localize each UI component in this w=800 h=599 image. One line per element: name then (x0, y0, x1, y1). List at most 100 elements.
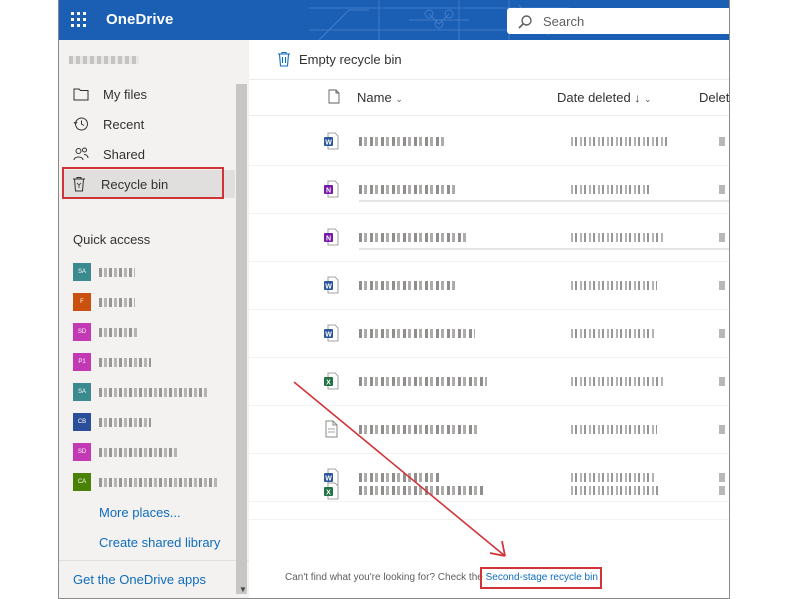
empty-recycle-bin-label: Empty recycle bin (299, 51, 402, 67)
word-file-icon: W (324, 132, 339, 150)
svg-text:W: W (325, 139, 332, 146)
site-name-blurred (99, 477, 219, 487)
table-row[interactable]: N (249, 166, 729, 214)
file-name-blurred (359, 185, 457, 194)
excel-file-icon: X (324, 372, 339, 390)
sidebar: My files Recent Shared Recycle bin Quick… (59, 40, 249, 598)
deleted-by-blurred (719, 137, 725, 146)
app-launcher-icon[interactable] (71, 12, 87, 28)
quick-access-item[interactable]: F (73, 292, 135, 312)
site-badge: CA (73, 473, 91, 491)
deleted-by-blurred (719, 329, 725, 338)
create-shared-library-link[interactable]: Create shared library (99, 535, 220, 550)
table-row[interactable]: W (249, 310, 729, 358)
folder-icon (73, 88, 89, 101)
table-row[interactable]: N (249, 214, 729, 262)
excel-file-icon: X (324, 482, 339, 500)
top-bar: OneDrive Search (59, 0, 729, 40)
table-row[interactable] (249, 406, 729, 454)
deleted-by-blurred (719, 425, 725, 434)
file-name-blurred (359, 137, 445, 146)
site-name-blurred (99, 267, 135, 277)
svg-text:X: X (326, 489, 331, 496)
site-badge: F (73, 293, 91, 311)
site-name-blurred (99, 357, 151, 367)
site-badge: SA (73, 383, 91, 401)
sidebar-item-recent[interactable]: Recent (65, 110, 225, 138)
sidebar-scrollbar[interactable] (236, 84, 247, 594)
deleted-by-blurred (719, 281, 725, 290)
svg-text:N: N (326, 187, 331, 194)
table-row[interactable]: X (249, 480, 729, 520)
sidebar-item-label: Shared (103, 146, 145, 162)
row-divider (359, 248, 729, 250)
sidebar-item-label: My files (103, 86, 148, 102)
scroll-down-icon[interactable]: ▼ (239, 585, 247, 594)
user-name-blurred (69, 56, 139, 64)
column-header-name[interactable]: Name ⌄ (357, 90, 403, 105)
sidebar-item-label: Recent (103, 116, 145, 132)
date-deleted-blurred (571, 425, 657, 434)
site-badge: SA (73, 263, 91, 281)
site-badge: SD (73, 323, 91, 341)
site-badge: SD (73, 443, 91, 461)
brand-title[interactable]: OneDrive (106, 11, 174, 28)
word-file-icon: W (324, 276, 339, 294)
column-name-label: Name (357, 90, 392, 105)
table-row[interactable]: X (249, 358, 729, 406)
deleted-by-blurred (719, 185, 725, 194)
quick-access-item[interactable]: SA (73, 382, 209, 402)
annotation-highlight-recycle-bin (62, 167, 224, 199)
quick-access-item[interactable]: CA (73, 472, 219, 492)
date-deleted-blurred (571, 329, 655, 338)
command-bar: Empty recycle bin (249, 40, 729, 80)
file-name-blurred (359, 377, 487, 386)
site-name-blurred (99, 447, 179, 457)
file-name-blurred (359, 281, 457, 290)
footer-message-text: Can't find what you're looking for? Chec… (285, 572, 483, 583)
site-badge: CB (73, 413, 91, 431)
column-date-label: Date deleted (557, 90, 631, 105)
file-name-blurred (359, 486, 483, 495)
quick-access-item[interactable]: SA (73, 262, 135, 282)
file-type-header-icon[interactable] (328, 89, 340, 104)
sort-descending-icon: ↓ (634, 91, 641, 105)
generic-file-icon (325, 420, 338, 438)
site-name-blurred (99, 387, 209, 397)
sidebar-item-my-files[interactable]: My files (65, 80, 225, 108)
date-deleted-blurred (571, 281, 657, 290)
table-row[interactable]: W (249, 118, 729, 166)
svg-text:W: W (325, 283, 332, 290)
chevron-down-icon: ⌄ (643, 94, 652, 104)
date-deleted-blurred (571, 377, 663, 386)
svg-text:W: W (325, 331, 332, 338)
quick-access-item[interactable]: SD (73, 442, 179, 462)
onedrive-window: OneDrive Search My files Recent Shared R… (58, 0, 730, 599)
column-header-date-deleted[interactable]: Date deleted ↓ ⌄ (557, 90, 652, 105)
search-box[interactable]: Search (507, 8, 729, 34)
people-icon (73, 147, 89, 161)
quick-access-item[interactable]: SD (73, 322, 137, 342)
word-file-icon: W (324, 324, 339, 342)
deleted-by-blurred (719, 486, 725, 495)
date-deleted-blurred (571, 185, 651, 194)
search-placeholder: Search (543, 14, 585, 29)
more-places-link[interactable]: More places... (99, 505, 181, 520)
date-deleted-blurred (571, 486, 661, 495)
site-badge: P1 (73, 353, 91, 371)
quick-access-item[interactable]: CB (73, 412, 151, 432)
trash-icon (278, 51, 290, 67)
date-deleted-blurred (571, 137, 667, 146)
search-icon (518, 15, 532, 29)
empty-recycle-bin-button[interactable]: Empty recycle bin (277, 51, 402, 67)
date-deleted-blurred (571, 233, 663, 242)
svg-text:X: X (326, 379, 331, 386)
quick-access-item[interactable]: P1 (73, 352, 151, 372)
svg-text:N: N (326, 235, 331, 242)
onenote-file-icon: N (324, 180, 339, 198)
quick-access-title: Quick access (73, 232, 151, 247)
get-apps-link[interactable]: Get the OneDrive apps (73, 572, 206, 587)
sidebar-item-shared[interactable]: Shared (65, 140, 225, 168)
table-row[interactable]: W (249, 262, 729, 310)
column-header-deleted-by[interactable]: Delet (699, 90, 729, 105)
